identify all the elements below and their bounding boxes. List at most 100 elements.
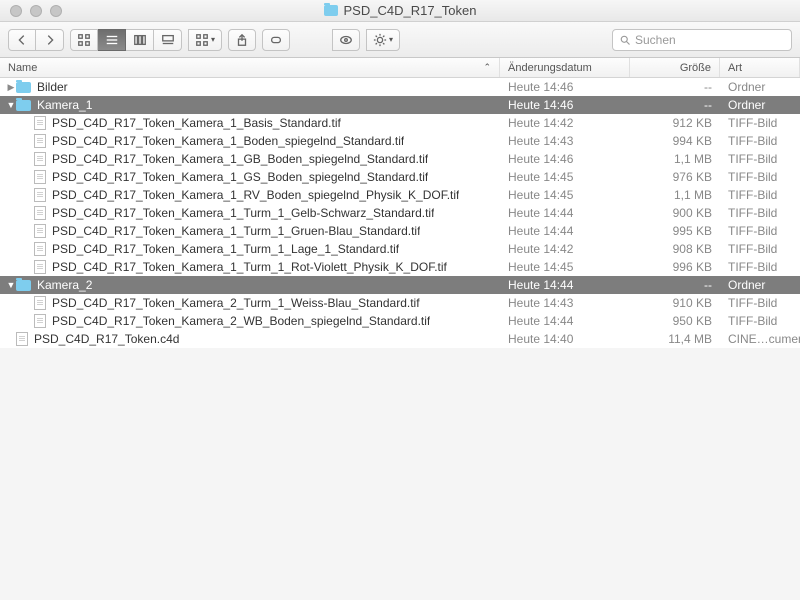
back-button[interactable]	[8, 29, 36, 51]
file-date: Heute 14:40	[500, 332, 630, 346]
file-row[interactable]: PSD_C4D_R17_Token_Kamera_2_Turm_1_Weiss-…	[0, 294, 800, 312]
file-icon	[34, 296, 46, 310]
file-date: Heute 14:46	[500, 98, 630, 112]
file-name: PSD_C4D_R17_Token_Kamera_1_GS_Boden_spie…	[52, 170, 428, 184]
file-date: Heute 14:45	[500, 188, 630, 202]
file-name: PSD_C4D_R17_Token_Kamera_1_Turm_1_Rot-Vi…	[52, 260, 447, 274]
file-name: Kamera_1	[37, 98, 92, 112]
file-row[interactable]: ▼Kamera_2Heute 14:44--Ordner	[0, 276, 800, 294]
file-row[interactable]: PSD_C4D_R17_Token_Kamera_1_Turm_1_Lage_1…	[0, 240, 800, 258]
disclosure-triangle[interactable]: ▶	[6, 82, 16, 93]
titlebar: PSD_C4D_R17_Token	[0, 0, 800, 22]
file-row[interactable]: PSD_C4D_R17_Token_Kamera_1_Boden_spiegel…	[0, 132, 800, 150]
file-kind: TIFF-Bild	[720, 206, 800, 220]
file-kind: TIFF-Bild	[720, 134, 800, 148]
chevron-right-icon	[43, 33, 57, 47]
file-row[interactable]: PSD_C4D_R17_Token.c4dHeute 14:4011,4 MBC…	[0, 330, 800, 348]
zoom-window-button[interactable]	[50, 5, 62, 17]
quicklook-button[interactable]	[332, 29, 360, 51]
column-date[interactable]: Änderungsdatum	[500, 58, 630, 77]
column-view-button[interactable]	[126, 29, 154, 51]
share-button[interactable]	[228, 29, 256, 51]
eye-icon	[339, 33, 353, 47]
grid-icon	[77, 33, 91, 47]
column-name[interactable]: Name⌃	[0, 58, 500, 77]
file-name: PSD_C4D_R17_Token_Kamera_2_Turm_1_Weiss-…	[52, 296, 420, 310]
file-kind: CINE…cument	[720, 332, 800, 346]
folder-icon	[16, 100, 31, 111]
column-kind[interactable]: Art	[720, 58, 800, 77]
nav-group	[8, 29, 64, 51]
disclosure-triangle[interactable]: ▼	[6, 280, 16, 290]
column-headers: Name⌃ Änderungsdatum Größe Art	[0, 58, 800, 78]
file-list[interactable]: ▶BilderHeute 14:46--Ordner▼Kamera_1Heute…	[0, 78, 800, 600]
file-size: --	[630, 80, 720, 94]
icon-view-button[interactable]	[70, 29, 98, 51]
file-size: --	[630, 278, 720, 292]
file-name: PSD_C4D_R17_Token_Kamera_1_Turm_1_Gruen-…	[52, 224, 420, 238]
file-size: 994 KB	[630, 134, 720, 148]
file-row[interactable]: PSD_C4D_R17_Token_Kamera_1_GB_Boden_spie…	[0, 150, 800, 168]
file-icon	[34, 170, 46, 184]
file-date: Heute 14:43	[500, 296, 630, 310]
file-kind: TIFF-Bild	[720, 170, 800, 184]
tags-button[interactable]	[262, 29, 290, 51]
tag-icon	[269, 33, 283, 47]
file-name: PSD_C4D_R17_Token_Kamera_1_Turm_1_Gelb-S…	[52, 206, 434, 220]
file-kind: Ordner	[720, 98, 800, 112]
view-group	[70, 29, 182, 51]
coverflow-view-button[interactable]	[154, 29, 182, 51]
file-name: PSD_C4D_R17_Token.c4d	[34, 332, 179, 346]
window-title: PSD_C4D_R17_Token	[0, 3, 800, 18]
file-row[interactable]: ▼Kamera_1Heute 14:46--Ordner	[0, 96, 800, 114]
file-date: Heute 14:46	[500, 152, 630, 166]
search-input[interactable]: Suchen	[612, 29, 792, 51]
file-size: 900 KB	[630, 206, 720, 220]
file-icon	[34, 134, 46, 148]
file-row[interactable]: PSD_C4D_R17_Token_Kamera_1_Turm_1_Rot-Vi…	[0, 258, 800, 276]
file-size: 908 KB	[630, 242, 720, 256]
file-row[interactable]: ▶ Bilder Heute 14:46--Ordner	[0, 78, 800, 96]
file-row[interactable]: PSD_C4D_R17_Token_Kamera_1_GS_Boden_spie…	[0, 168, 800, 186]
action-group: ▾	[366, 29, 400, 51]
forward-button[interactable]	[36, 29, 64, 51]
file-icon	[34, 152, 46, 166]
folder-icon	[324, 5, 338, 16]
file-size: 976 KB	[630, 170, 720, 184]
minimize-window-button[interactable]	[30, 5, 42, 17]
file-kind: Ordner	[720, 278, 800, 292]
column-size[interactable]: Größe	[630, 58, 720, 77]
file-kind: TIFF-Bild	[720, 224, 800, 238]
file-icon	[34, 260, 46, 274]
search-placeholder: Suchen	[635, 33, 676, 47]
file-date: Heute 14:43	[500, 134, 630, 148]
file-size: 912 KB	[630, 116, 720, 130]
list-view-button[interactable]	[98, 29, 126, 51]
file-size: 910 KB	[630, 296, 720, 310]
disclosure-triangle[interactable]: ▼	[6, 100, 16, 110]
file-name: Bilder	[37, 80, 68, 94]
gear-icon	[373, 33, 387, 47]
file-row[interactable]: PSD_C4D_R17_Token_Kamera_1_Turm_1_Gruen-…	[0, 222, 800, 240]
file-row[interactable]: PSD_C4D_R17_Token_Kamera_1_RV_Boden_spie…	[0, 186, 800, 204]
file-row[interactable]: PSD_C4D_R17_Token_Kamera_1_Basis_Standar…	[0, 114, 800, 132]
file-kind: TIFF-Bild	[720, 260, 800, 274]
quicklook-group	[332, 29, 360, 51]
file-kind: Ordner	[720, 80, 800, 94]
file-icon	[34, 116, 46, 130]
file-date: Heute 14:45	[500, 260, 630, 274]
arrange-button[interactable]: ▾	[188, 29, 222, 51]
file-icon	[34, 314, 46, 328]
file-row[interactable]: PSD_C4D_R17_Token_Kamera_1_Turm_1_Gelb-S…	[0, 204, 800, 222]
file-row[interactable]: PSD_C4D_R17_Token_Kamera_2_WB_Boden_spie…	[0, 312, 800, 330]
search-icon	[619, 34, 631, 46]
close-window-button[interactable]	[10, 5, 22, 17]
file-date: Heute 14:44	[500, 224, 630, 238]
file-date: Heute 14:46	[500, 80, 630, 94]
traffic-lights	[0, 5, 62, 17]
file-date: Heute 14:42	[500, 242, 630, 256]
chevron-left-icon	[15, 33, 29, 47]
sort-ascending-icon: ⌃	[483, 62, 491, 73]
file-kind: TIFF-Bild	[720, 314, 800, 328]
action-button[interactable]: ▾	[366, 29, 400, 51]
